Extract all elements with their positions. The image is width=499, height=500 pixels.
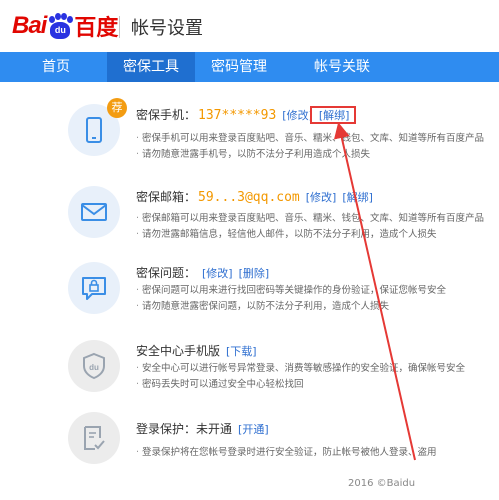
mobile-app-desc-1: 安全中心可以进行帐号异常登录、消费等敏感操作的安全验证，确保帐号安全 (136, 360, 465, 374)
nav-home[interactable]: 首页 (20, 52, 92, 82)
question-title: 密保问题： [修改] [删除] (136, 264, 269, 281)
footer-copyright: 2016 ©Baidu (348, 478, 416, 489)
logo-paw-text: du (54, 25, 66, 35)
login-protect-enable-link[interactable]: [开通] (238, 423, 269, 436)
logo-text-baidu-cn: 百度 (74, 16, 119, 41)
recommended-badge: 荐 (107, 98, 127, 118)
baidu-logo[interactable]: Bai du 百度 (12, 10, 118, 42)
unbind-highlight-box (310, 106, 356, 124)
header: Bai du 百度 帐号设置 (0, 0, 499, 52)
logo-text-bai: Bai (12, 12, 47, 39)
mobile-app-icon-circle: du (68, 340, 120, 392)
mobile-app-download-link[interactable]: [下载] (226, 345, 257, 358)
email-icon-circle (68, 186, 120, 238)
login-protect-title: 登录保护：未开通 [开通] (136, 420, 269, 437)
mobile-app-label: 安全中心手机版 (136, 344, 221, 358)
email-title: 密保邮箱： 59...3@qq.com [修改] [解绑] (136, 188, 373, 205)
mobile-app-title: 安全中心手机版 [下载] (136, 342, 257, 359)
email-unbind-link[interactable]: [解绑] (342, 191, 373, 204)
phone-value: 137*****93 (198, 108, 277, 123)
email-desc-2: 请勿泄露邮箱信息，轻信他人邮件，以防不法分子利用，造成个人损失 (136, 226, 437, 240)
question-label: 密保问题： (136, 266, 197, 280)
shield-du-icon: du (83, 352, 105, 380)
nav-security-tools[interactable]: 密保工具 (107, 52, 195, 82)
mobile-app-desc-2: 密码丢失时可以通过安全中心轻松找回 (136, 376, 304, 390)
question-icon-circle (68, 262, 120, 314)
nav-password-management[interactable]: 密码管理 (195, 52, 283, 82)
login-protect-label: 登录保护： (136, 422, 197, 436)
login-protect-icon-circle (68, 412, 120, 464)
header-divider (119, 16, 120, 38)
phone-icon (86, 117, 102, 143)
login-protect-desc-1: 登录保护将在您帐号登录时进行安全验证，防止帐号被他人登录、盗用 (136, 444, 437, 458)
question-desc-1: 密保问题可以用来进行找回密码等关键操作的身份验证，保证您帐号安全 (136, 282, 446, 296)
email-value: 59...3@qq.com (198, 190, 300, 205)
question-edit-link[interactable]: [修改] (202, 267, 233, 280)
phone-desc-1: 密保手机可以用来登录百度贴吧、音乐、糯米、钱包、文库、知道等所有百度产品 (136, 130, 484, 144)
email-label: 密保邮箱： (136, 190, 197, 204)
checklist-icon (84, 426, 105, 450)
lock-chat-icon (82, 277, 106, 300)
main-nav: 首页 密保工具 密码管理 帐号关联 (0, 52, 499, 82)
email-desc-1: 密保邮箱可以用来登录百度贴吧、音乐、糯米、钱包、文库、知道等所有百度产品 (136, 210, 484, 224)
login-protect-status: 未开通 (196, 422, 233, 436)
page-title: 帐号设置 (131, 18, 203, 39)
phone-label: 密保手机： (136, 108, 197, 122)
svg-text:du: du (89, 363, 99, 372)
paw-icon: du (47, 13, 74, 39)
question-desc-2: 请勿随意泄露密保问题，以防不法分子利用，造成个人损失 (136, 298, 389, 312)
email-edit-link[interactable]: [修改] (306, 191, 337, 204)
phone-desc-2: 请勿随意泄露手机号，以防不法分子利用造成个人损失 (136, 146, 370, 160)
nav-account-link[interactable]: 帐号关联 (298, 52, 386, 82)
envelope-icon (81, 203, 107, 221)
question-delete-link[interactable]: [删除] (239, 267, 270, 280)
phone-edit-link[interactable]: [修改] (282, 109, 313, 122)
